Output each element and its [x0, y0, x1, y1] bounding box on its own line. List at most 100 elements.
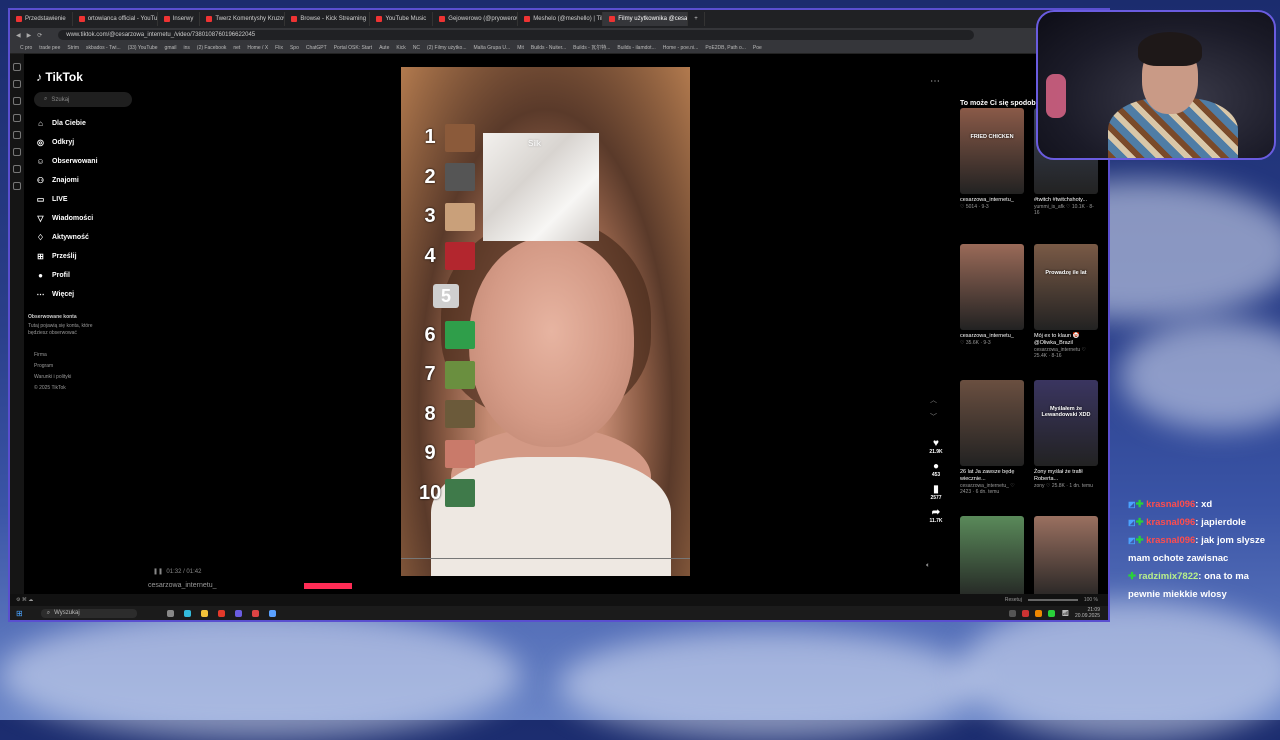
- bookmark-item[interactable]: net: [233, 45, 240, 51]
- video-progress-bar[interactable]: [401, 558, 690, 559]
- browser-tab[interactable]: Twerz Komentyshy Kruzowel: [200, 12, 286, 26]
- steam-icon[interactable]: [268, 609, 276, 617]
- bookmark-item[interactable]: Home / X: [247, 45, 268, 51]
- more-options-icon[interactable]: ⋯: [930, 76, 940, 87]
- sidebar-icon[interactable]: [13, 63, 21, 71]
- sidebar-icon[interactable]: [13, 97, 21, 105]
- bookmark-item[interactable]: Builds - 瓦尔特...: [573, 44, 610, 51]
- sidebar-icon[interactable]: [13, 131, 21, 139]
- chevron-down-icon[interactable]: ﹀: [930, 412, 937, 422]
- nav-item-4[interactable]: ▭ LIVE: [32, 190, 142, 209]
- suggestion-card[interactable]: Myślałem że Lewandowski XDD Żony myślał ż…: [1034, 380, 1098, 489]
- tiktok-logo[interactable]: ♪ TikTok: [36, 70, 83, 84]
- browser-tab[interactable]: Filmy użytkownika @cesa: [603, 12, 689, 26]
- footer-link[interactable]: Firma: [34, 352, 71, 359]
- suggestion-card[interactable]: Prowadzę ile lat Mój ex to klaun 🤡 @Oliwk…: [1034, 244, 1098, 359]
- reset-zoom-button[interactable]: Resetuj: [1005, 597, 1022, 603]
- nav-item-0[interactable]: ⌂ Dla Ciebie: [32, 114, 142, 133]
- footer-link[interactable]: Program: [34, 363, 71, 370]
- suggestion-thumbnail[interactable]: [960, 516, 1024, 602]
- tray-icon[interactable]: [1048, 609, 1056, 617]
- tray-icon[interactable]: [1009, 609, 1017, 617]
- bookmark-item[interactable]: gmail: [165, 45, 177, 51]
- bookmark-item[interactable]: Aute: [379, 45, 389, 51]
- bookmark-item[interactable]: Malta Grupa U...: [474, 45, 511, 51]
- nav-arrows-icon[interactable]: ◀▶⟳: [16, 32, 48, 39]
- task-view-icon[interactable]: [166, 609, 174, 617]
- nav-item-2[interactable]: ☺ Obserwowani: [32, 152, 142, 171]
- browser-tab[interactable]: ortowianca official - YouTube: [73, 12, 158, 26]
- action-share[interactable]: ➦ 11.7K: [926, 507, 946, 524]
- folder-icon[interactable]: [200, 609, 208, 617]
- nav-item-9[interactable]: ⋯ Więcej: [32, 285, 142, 304]
- sidebar-icon[interactable]: [13, 182, 21, 190]
- bookmark-item[interactable]: (2) Facebook: [197, 45, 226, 51]
- windows-start-icon[interactable]: ⊞: [16, 609, 23, 618]
- sidebar-icon[interactable]: [13, 80, 21, 88]
- nav-item-8[interactable]: ● Profil: [32, 266, 142, 285]
- browser-tab[interactable]: Gejowerowo (@pryowerowo): [433, 12, 519, 26]
- bookmark-item[interactable]: Strim: [67, 45, 79, 51]
- suggestion-thumbnail[interactable]: Prowadzę ile lat: [1034, 244, 1098, 330]
- sidebar-icon[interactable]: [13, 114, 21, 122]
- clock[interactable]: 21:09 20.09.2025: [1075, 607, 1100, 619]
- nav-item-3[interactable]: ⚇ Znajomi: [32, 171, 142, 190]
- chat-username[interactable]: krasnal096: [1146, 499, 1195, 510]
- bookmark-item[interactable]: NC: [413, 45, 420, 51]
- wifi-icon[interactable]: 📶︎: [1061, 610, 1069, 617]
- suggestion-thumbnail[interactable]: [960, 380, 1024, 466]
- chat-username[interactable]: krasnal096: [1146, 535, 1195, 546]
- zoom-slider[interactable]: [1027, 599, 1078, 601]
- nav-item-1[interactable]: ◎ Odkryj: [32, 133, 142, 152]
- edge-icon[interactable]: [183, 609, 191, 617]
- vivaldi-icon[interactable]: [217, 609, 225, 617]
- volume-icon[interactable]: 🔈︎: [926, 562, 930, 570]
- suggestion-thumbnail[interactable]: FRIED CHICKEN: [960, 108, 1024, 194]
- suggestion-card[interactable]: 26 lat Ja zawsze będę wiecznie... cesarzo…: [960, 380, 1024, 495]
- bookmark-item[interactable]: Builds - ilamdot...: [617, 45, 655, 51]
- chat-username[interactable]: krasnal096: [1146, 517, 1195, 528]
- bookmark-item[interactable]: Spo: [290, 45, 299, 51]
- sidebar-icon[interactable]: [13, 165, 21, 173]
- footer-link[interactable]: Warunki i polityki: [34, 374, 71, 381]
- suggestion-thumbnail[interactable]: Myślałem że Lewandowski XDD: [1034, 380, 1098, 466]
- bookmark-item[interactable]: PoE2DB, Path o...: [705, 45, 746, 51]
- discord-icon[interactable]: [234, 609, 242, 617]
- bookmark-item[interactable]: Builds - Nuiter...: [531, 45, 566, 51]
- bookmark-item[interactable]: trade pee: [39, 45, 60, 51]
- nav-item-6[interactable]: ♢ Aktywność: [32, 228, 142, 247]
- bookmark-item[interactable]: (33) YouTube: [128, 45, 158, 51]
- new-tab-button[interactable]: +: [688, 12, 705, 26]
- bookmark-item[interactable]: (2) Filmy użytko...: [427, 45, 466, 51]
- suggestion-card[interactable]: [960, 516, 1024, 605]
- bookmark-item[interactable]: Flix: [275, 45, 283, 51]
- browser-tab[interactable]: Browse - Kick Streaming: [285, 12, 371, 26]
- bookmark-item[interactable]: C pro: [20, 45, 32, 51]
- browser-tab[interactable]: Inserwy: [158, 12, 201, 26]
- action-heart[interactable]: ♥ 21.9K: [926, 438, 946, 455]
- bookmark-item[interactable]: skbados - Twi...: [86, 45, 121, 51]
- url-field[interactable]: www.tiktok.com/@cesarzowa_internetu_/vid…: [58, 30, 975, 40]
- suggestion-thumbnail[interactable]: [1034, 516, 1098, 602]
- video-author[interactable]: cesarzowa_internetu_: [148, 582, 217, 589]
- taskbar-search[interactable]: ⌕ Wyszukaj: [40, 608, 137, 618]
- tray-icon[interactable]: [1022, 609, 1030, 617]
- suggestion-card[interactable]: [1034, 516, 1098, 605]
- tray-icon[interactable]: [1035, 609, 1043, 617]
- obs-icon[interactable]: [251, 609, 259, 617]
- bookmark-item[interactable]: Portal OSK: Start: [334, 45, 372, 51]
- suggestion-thumbnail[interactable]: [960, 244, 1024, 330]
- browser-tab[interactable]: Przedstawienie: [10, 12, 73, 26]
- bookmark-item[interactable]: Home - poe.ni...: [663, 45, 699, 51]
- chevron-up-icon[interactable]: ︿: [930, 395, 937, 405]
- video-player[interactable]: Silk 1 2 3 4 5 6 7 8 9 10: [401, 67, 690, 576]
- action-comment[interactable]: ● 453: [926, 461, 946, 478]
- bookmark-item[interactable]: Poe: [753, 45, 762, 51]
- bookmark-item[interactable]: Kick: [396, 45, 405, 51]
- nav-item-5[interactable]: ▽ Wiadomości: [32, 209, 142, 228]
- suggestion-card[interactable]: cesarzowa_internetu_ ♡ 35.6K · 9-3: [960, 244, 1024, 346]
- browser-tab[interactable]: YouTube Music: [370, 12, 434, 26]
- follow-button[interactable]: [304, 583, 352, 589]
- nav-item-7[interactable]: ⊞ Prześlij: [32, 247, 142, 266]
- bookmark-item[interactable]: ins: [184, 45, 190, 51]
